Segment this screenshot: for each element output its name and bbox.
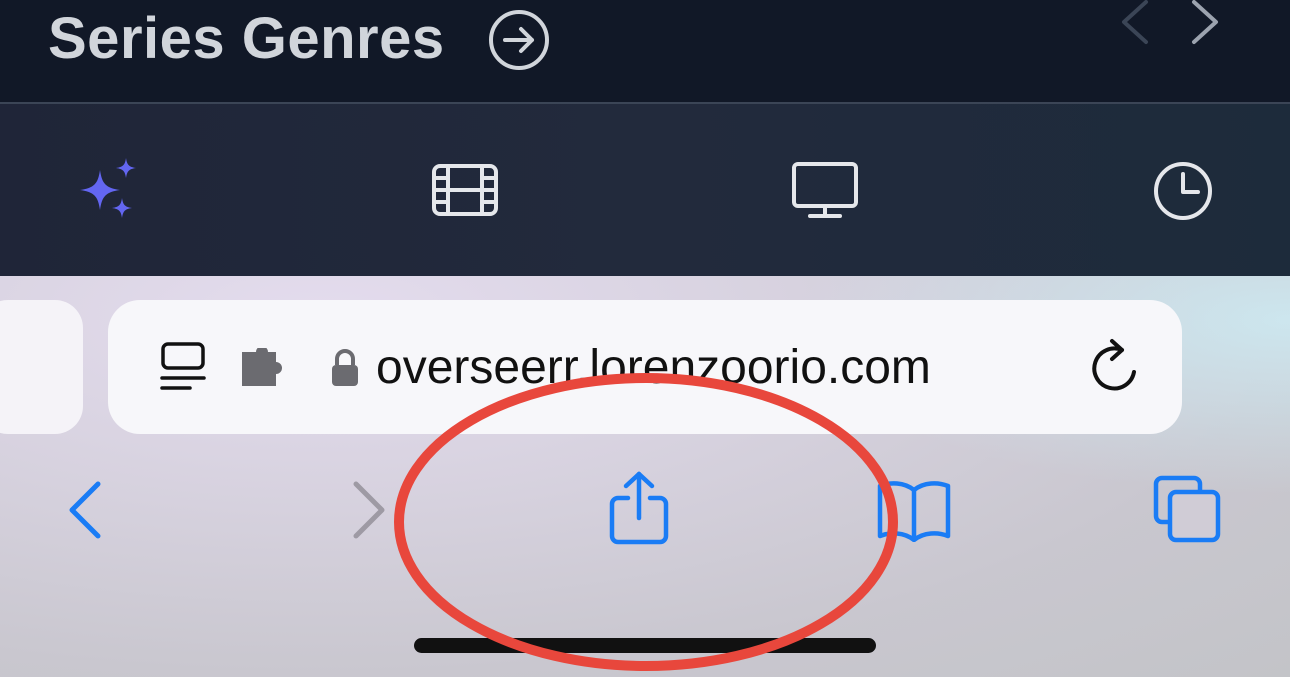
- reader-mode-icon[interactable]: [158, 340, 208, 396]
- extension-icon[interactable]: [238, 348, 288, 390]
- forward-icon[interactable]: [348, 480, 390, 540]
- bookmarks-icon[interactable]: [876, 478, 952, 542]
- url-text[interactable]: overseerr.lorenzoorio.com: [376, 338, 931, 398]
- mobile-nav-bar: [0, 104, 1290, 276]
- home-indicator: [414, 638, 876, 653]
- back-icon[interactable]: [64, 480, 106, 540]
- previous-tab-card[interactable]: [0, 300, 83, 434]
- share-icon[interactable]: [608, 470, 670, 546]
- film-icon[interactable]: [430, 156, 500, 226]
- section-title[interactable]: Series Genres: [48, 6, 445, 72]
- clock-icon[interactable]: [1148, 156, 1218, 226]
- page-section-header: Series Genres: [0, 0, 1290, 104]
- lock-icon: [332, 349, 358, 386]
- tv-icon[interactable]: [790, 156, 860, 226]
- browser-chrome: overseerr.lorenzoorio.com: [0, 276, 1290, 677]
- arrow-circle-right-icon[interactable]: [488, 9, 550, 71]
- chevron-right-icon[interactable]: [1186, 0, 1226, 48]
- sparkles-icon[interactable]: [72, 156, 142, 226]
- reload-icon[interactable]: [1090, 338, 1142, 396]
- tabs-icon[interactable]: [1152, 474, 1224, 544]
- address-bar[interactable]: overseerr.lorenzoorio.com: [108, 300, 1182, 434]
- chevron-left-icon[interactable]: [1116, 0, 1156, 48]
